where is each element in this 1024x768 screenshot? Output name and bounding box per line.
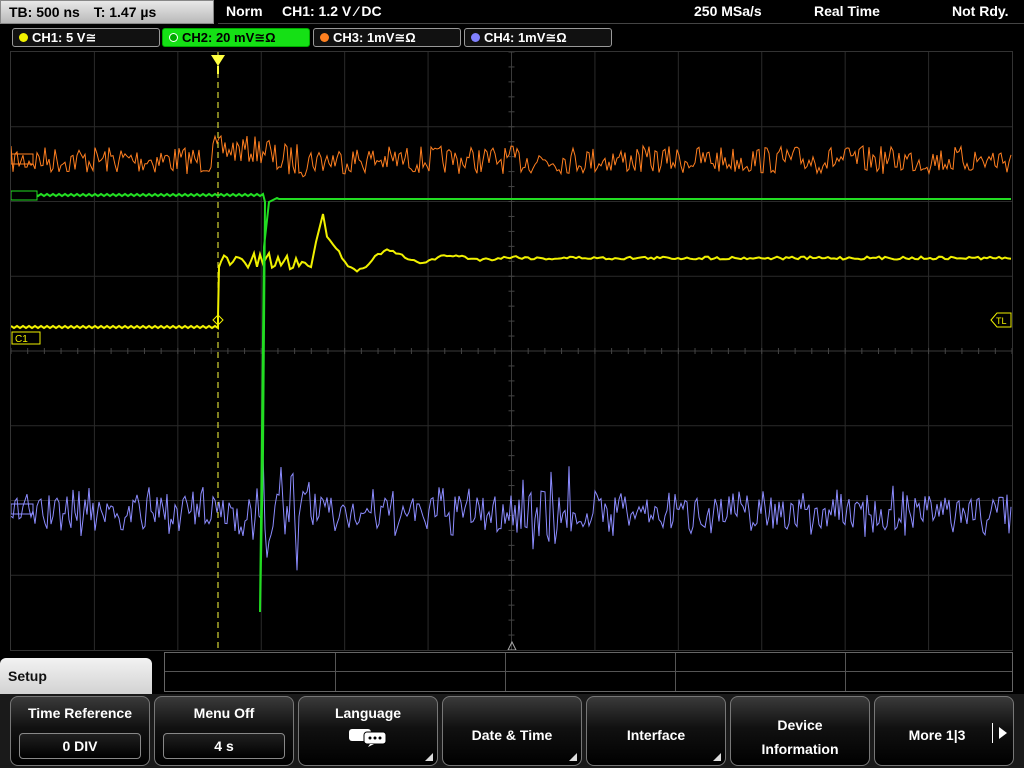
sample-rate: 250 MSa/s <box>694 3 762 19</box>
channel-tab-ch2[interactable]: CH2: 20 mV≅Ω <box>162 28 310 47</box>
softkey-label: Date & Time <box>471 727 553 743</box>
channel-label: CH1: 5 V≅ <box>32 30 97 45</box>
softkey-label: Time Reference <box>27 705 132 721</box>
submenu-indicator-icon <box>569 753 577 761</box>
submenu-indicator-icon <box>425 753 433 761</box>
softkey-label: Menu Off <box>193 705 255 721</box>
softkey-label: Language <box>334 705 402 721</box>
trigger-level-marker[interactable]: TL <box>990 312 1012 328</box>
channel-label: CH4: 1mV≅Ω <box>484 30 567 45</box>
lower-grid-line <box>505 653 506 691</box>
menu-off-softkey[interactable]: Menu Off 4 s <box>154 696 294 766</box>
device-information-softkey[interactable]: Device Information <box>730 696 870 766</box>
more-separator <box>992 723 993 743</box>
acquisition-state: Not Rdy. <box>952 3 1009 19</box>
status-bar: TB: 500 ns T: 1.47 µs Norm CH1: 1.2 V ⁄ … <box>0 0 1024 26</box>
time-reference-value[interactable]: 0 DIV <box>19 733 141 759</box>
acquisition-mode: Real Time <box>814 3 880 19</box>
softkey-label-line1: Device <box>777 717 823 733</box>
waveform-canvas[interactable]: C1 TL <box>10 51 1013 651</box>
trigger-time-label: T: 1.47 µs <box>93 4 157 20</box>
more-softkey[interactable]: More 1|3 <box>874 696 1014 766</box>
ch3-dot-icon <box>320 33 329 42</box>
channel-label: CH3: 1mV≅Ω <box>333 30 416 45</box>
channel-tab-ch1[interactable]: CH1: 5 V≅ <box>12 28 160 47</box>
language-softkey[interactable]: Language <box>298 696 438 766</box>
ch4-dot-icon <box>471 33 480 42</box>
timebase-box[interactable]: TB: 500 ns T: 1.47 µs <box>0 0 214 24</box>
menu-title: Setup <box>8 668 47 684</box>
ch1-marker[interactable]: C1 <box>11 331 41 345</box>
lower-grid-line <box>675 653 676 691</box>
waveform-display[interactable]: C1 TL <box>10 51 1013 651</box>
submenu-indicator-icon <box>713 753 721 761</box>
lower-grid-line <box>165 671 1012 672</box>
trigger-mode[interactable]: Norm <box>226 3 263 19</box>
interface-softkey[interactable]: Interface <box>586 696 726 766</box>
trigger-position-icon[interactable] <box>211 55 225 66</box>
trigger-level-label: TL <box>996 316 1007 326</box>
trigger-info[interactable]: CH1: 1.2 V ⁄ DC <box>282 3 382 19</box>
channel-tab-ch3[interactable]: CH3: 1mV≅Ω <box>313 28 461 47</box>
next-page-arrow-icon <box>999 727 1007 739</box>
date-time-softkey[interactable]: Date & Time <box>442 696 582 766</box>
ch2-marker-icon[interactable] <box>10 190 38 201</box>
ch1-dot-icon <box>19 33 28 42</box>
ch2-dot-icon <box>169 33 178 42</box>
menu-off-value[interactable]: 4 s <box>163 733 285 759</box>
chat-bubbles-icon <box>349 729 387 747</box>
channel-tab-ch4[interactable]: CH4: 1mV≅Ω <box>464 28 612 47</box>
softkey-label-line2: Information <box>761 741 839 757</box>
lower-grid-line <box>845 653 846 691</box>
timebase-label: TB: 500 ns <box>9 4 80 20</box>
channel-label: CH2: 20 mV≅Ω <box>182 30 276 45</box>
menu-title-tab: Setup <box>0 658 152 698</box>
softkey-label: Interface <box>626 727 686 743</box>
lower-grid-line <box>335 653 336 691</box>
lower-graticule <box>164 652 1013 692</box>
ch1-marker-label: C1 <box>15 334 28 345</box>
graticule <box>10 51 1013 650</box>
time-reference-softkey[interactable]: Time Reference 0 DIV <box>10 696 150 766</box>
